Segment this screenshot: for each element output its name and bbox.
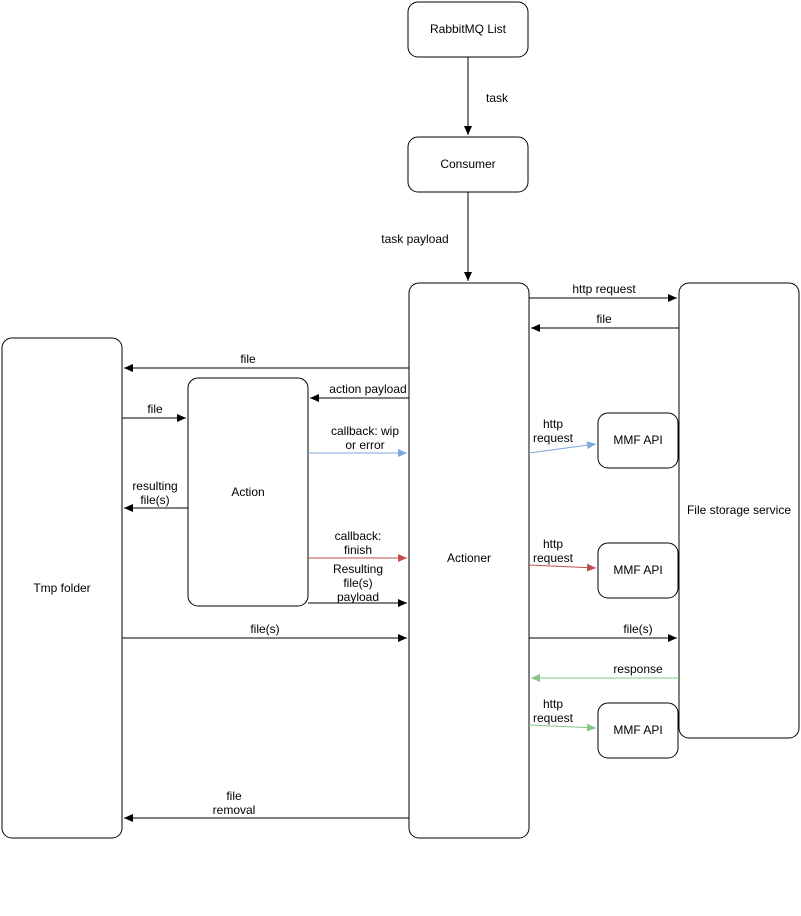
edge-http-mmf3 [529,725,596,728]
node-action-label: Action [231,485,264,499]
node-mmf-api-2-label: MMF API [613,563,662,577]
node-mmf-api-1-label: MMF API [613,433,662,447]
edge-callback-wip-label-2: or error [345,438,384,452]
node-tmp-folder-label: Tmp folder [33,581,90,595]
edge-http-mmf2-label-2: request [533,551,574,565]
node-mmf-api-3-label: MMF API [613,723,662,737]
edge-task-label: task [486,91,509,105]
edge-http-mmf2-label-1: http [543,537,563,551]
edge-resulting-payload-label-2: file(s) [343,576,372,590]
edge-callback-wip-label-1: callback: wip [331,424,399,438]
edge-resulting-files-label-1: resulting [132,479,177,493]
edge-task-payload-label: task payload [381,232,448,246]
edge-file-to-tmp-label: file [240,352,256,366]
edge-http-mmf3-label-1: http [543,697,563,711]
edge-http-mmf1 [529,444,596,453]
edge-http-mmf3-label-2: request [533,711,574,725]
edge-http-request-fs-label: http request [572,282,636,296]
edge-callback-finish-label-1: callback: [335,529,382,543]
edge-resulting-files-label-2: file(s) [140,493,169,507]
edge-file-from-fs-label: file [596,312,612,326]
node-file-storage-label: File storage service [687,503,791,517]
edge-http-mmf2 [529,565,596,568]
node-rabbitmq-label: RabbitMQ List [430,22,507,36]
edge-file-removal-label-2: removal [213,803,256,817]
node-consumer-label: Consumer [440,157,495,171]
edge-files-to-fs-label: file(s) [623,622,652,636]
edge-resulting-payload-label-3: payload [337,590,379,604]
edge-file-removal-label-1: file [226,789,242,803]
node-actioner-label: Actioner [447,551,491,565]
edge-file-tmp-to-action-label: file [147,402,163,416]
edge-response-label: response [613,662,663,676]
edge-files-tmp-to-actioner-label: file(s) [250,622,279,636]
edge-http-mmf1-label-1: http [543,417,563,431]
edge-resulting-payload-label-1: Resulting [333,562,383,576]
edge-http-mmf1-label-2: request [533,431,574,445]
edge-action-payload-label: action payload [329,382,406,396]
edge-callback-finish-label-2: finish [344,543,372,557]
